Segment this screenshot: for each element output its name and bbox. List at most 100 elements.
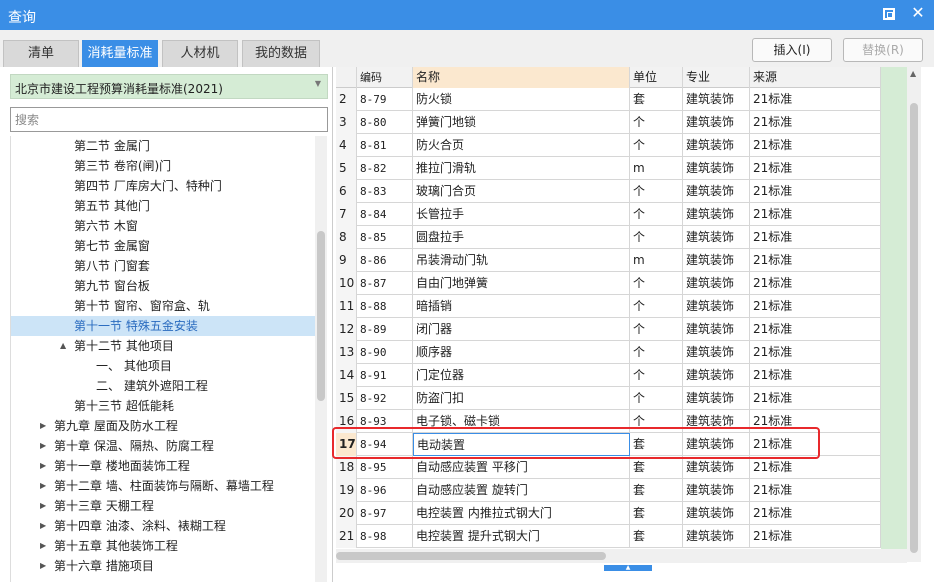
name-cell[interactable]: 自由门地弹簧 — [413, 272, 630, 295]
table-row[interactable]: 15 8-92 防盗门扣个建筑装饰 21标准 — [336, 387, 881, 410]
row-number-cell[interactable]: 13 — [336, 341, 357, 364]
name-cell[interactable]: 防火合页 — [413, 134, 630, 157]
table-row[interactable]: 20 8-97 电控装置 内推拉式钢大门套建筑装饰 21标准 — [336, 502, 881, 525]
tree-item[interactable]: ▶ 第十五章 其他装饰工程 — [11, 536, 315, 556]
tree-item[interactable]: 第五节 其他门 — [11, 196, 315, 216]
unit-cell[interactable]: m — [630, 157, 683, 180]
table-row[interactable]: 3 8-80 弹簧门地锁个建筑装饰 21标准 — [336, 111, 881, 134]
unit-cell[interactable]: 个 — [630, 364, 683, 387]
header-name[interactable]: 名称 — [413, 67, 630, 88]
tree-item[interactable]: 第六节 木窗 — [11, 216, 315, 236]
source-cell[interactable]: 21标准 — [750, 111, 881, 134]
unit-cell[interactable]: 个 — [630, 111, 683, 134]
name-cell[interactable]: 自动感应装置 旋转门 — [413, 479, 630, 502]
tree-item[interactable]: ▶ 第十四章 油漆、涂料、裱糊工程 — [11, 516, 315, 536]
table-row[interactable]: 12 8-89 闭门器个建筑装饰 21标准 — [336, 318, 881, 341]
close-icon[interactable]: ✕ — [908, 3, 928, 23]
code-cell[interactable]: 8-81 — [357, 134, 413, 157]
source-cell[interactable]: 21标准 — [750, 203, 881, 226]
header-source[interactable]: 来源 — [750, 67, 881, 88]
table-row[interactable]: 13 8-90 顺序器个建筑装饰 21标准 — [336, 341, 881, 364]
scrollbar-thumb[interactable] — [317, 231, 325, 401]
code-cell[interactable]: 8-82 — [357, 157, 413, 180]
code-cell[interactable]: 8-90 — [357, 341, 413, 364]
tab-consumption-standard[interactable]: 消耗量标准 — [82, 40, 158, 67]
specialty-cell[interactable]: 建筑装饰 — [683, 341, 750, 364]
table-horizontal-scrollbar[interactable] — [336, 549, 907, 563]
tree-item[interactable]: ▶ 第十章 保温、隔热、防腐工程 — [11, 436, 315, 456]
tree-item[interactable]: ▶ 第十二章 墙、柱面装饰与隔断、幕墙工程 — [11, 476, 315, 496]
standard-select[interactable]: 北京市建设工程预算消耗量标准(2021) ▼ — [10, 74, 328, 99]
specialty-cell[interactable]: 建筑装饰 — [683, 525, 750, 548]
tree-item[interactable]: 第三节 卷帘(闸)门 — [11, 156, 315, 176]
specialty-cell[interactable]: 建筑装饰 — [683, 502, 750, 525]
table-row[interactable]: 7 8-84 长管拉手个建筑装饰 21标准 — [336, 203, 881, 226]
row-number-cell[interactable]: 14 — [336, 364, 357, 387]
unit-cell[interactable]: 套 — [630, 479, 683, 502]
table-row[interactable]: 18 8-95 自动感应装置 平移门套建筑装饰 21标准 — [336, 456, 881, 479]
source-cell[interactable]: 21标准 — [750, 272, 881, 295]
row-number-cell[interactable]: 20 — [336, 502, 357, 525]
tab-labor-material-machine[interactable]: 人材机 — [162, 40, 238, 67]
name-cell[interactable]: 电控装置 提升式钢大门 — [413, 525, 630, 548]
code-cell[interactable]: 8-83 — [357, 180, 413, 203]
code-cell[interactable]: 8-91 — [357, 364, 413, 387]
tree-item[interactable]: 第十节 窗帘、窗帘盒、轨 — [11, 296, 315, 316]
expand-icon[interactable]: ▶ — [40, 456, 46, 476]
name-cell[interactable]: 自动感应装置 平移门 — [413, 456, 630, 479]
code-cell[interactable]: 8-84 — [357, 203, 413, 226]
specialty-cell[interactable]: 建筑装饰 — [683, 134, 750, 157]
source-cell[interactable]: 21标准 — [750, 157, 881, 180]
name-cell[interactable]: 圆盘拉手 — [413, 226, 630, 249]
specialty-cell[interactable]: 建筑装饰 — [683, 318, 750, 341]
specialty-cell[interactable]: 建筑装饰 — [683, 157, 750, 180]
search-input[interactable] — [10, 107, 328, 132]
table-vertical-scrollbar[interactable]: ▲ — [907, 67, 921, 562]
row-number-cell[interactable]: 4 — [336, 134, 357, 157]
code-cell[interactable]: 8-87 — [357, 272, 413, 295]
unit-cell[interactable]: 个 — [630, 180, 683, 203]
code-cell[interactable]: 8-97 — [357, 502, 413, 525]
tree-item[interactable]: 第十一节 特殊五金安装 — [11, 316, 315, 336]
source-cell[interactable]: 21标准 — [750, 249, 881, 272]
unit-cell[interactable]: 个 — [630, 318, 683, 341]
code-cell[interactable]: 8-86 — [357, 249, 413, 272]
expand-icon[interactable]: ▶ — [40, 476, 46, 496]
header-unit[interactable]: 单位 — [630, 67, 683, 88]
name-cell[interactable]: 推拉门滑轨 — [413, 157, 630, 180]
table-row[interactable]: 19 8-96 自动感应装置 旋转门套建筑装饰 21标准 — [336, 479, 881, 502]
source-cell[interactable]: 21标准 — [750, 88, 881, 111]
code-cell[interactable]: 8-92 — [357, 387, 413, 410]
source-cell[interactable]: 21标准 — [750, 456, 881, 479]
tree-item[interactable]: ▲ 第十二节 其他项目 — [11, 336, 315, 356]
name-cell[interactable]: 弹簧门地锁 — [413, 111, 630, 134]
tree-item[interactable]: 第二节 金属门 — [11, 136, 315, 156]
name-cell[interactable]: 防火锁 — [413, 88, 630, 111]
source-cell[interactable]: 21标准 — [750, 134, 881, 157]
unit-cell[interactable]: 套 — [630, 502, 683, 525]
row-number-cell[interactable]: 2 — [336, 88, 357, 111]
scrollbar-thumb[interactable] — [336, 552, 606, 560]
specialty-cell[interactable]: 建筑装饰 — [683, 180, 750, 203]
source-cell[interactable]: 21标准 — [750, 295, 881, 318]
specialty-cell[interactable]: 建筑装饰 — [683, 364, 750, 387]
row-number-cell[interactable]: 19 — [336, 479, 357, 502]
specialty-cell[interactable]: 建筑装饰 — [683, 479, 750, 502]
specialty-cell[interactable]: 建筑装饰 — [683, 272, 750, 295]
code-cell[interactable]: 8-95 — [357, 456, 413, 479]
source-cell[interactable]: 21标准 — [750, 525, 881, 548]
table-row[interactable]: 2 8-79 防火锁套建筑装饰 21标准 — [336, 88, 881, 111]
table-row[interactable]: 10 8-87 自由门地弹簧个建筑装饰 21标准 — [336, 272, 881, 295]
table-row[interactable]: 8 8-85 圆盘拉手个建筑装饰 21标准 — [336, 226, 881, 249]
specialty-cell[interactable]: 建筑装饰 — [683, 387, 750, 410]
row-number-cell[interactable]: 11 — [336, 295, 357, 318]
unit-cell[interactable]: 套 — [630, 88, 683, 111]
source-cell[interactable]: 21标准 — [750, 364, 881, 387]
code-cell[interactable]: 8-96 — [357, 479, 413, 502]
tree-item[interactable]: ▶ 第十六章 措施项目 — [11, 556, 315, 576]
tree-item[interactable]: 二、 建筑外遮阳工程 — [11, 376, 315, 396]
collapse-icon[interactable]: ▲ — [60, 336, 66, 356]
name-cell[interactable]: 闭门器 — [413, 318, 630, 341]
tree-item[interactable]: 第十三节 超低能耗 — [11, 396, 315, 416]
unit-cell[interactable]: 个 — [630, 134, 683, 157]
